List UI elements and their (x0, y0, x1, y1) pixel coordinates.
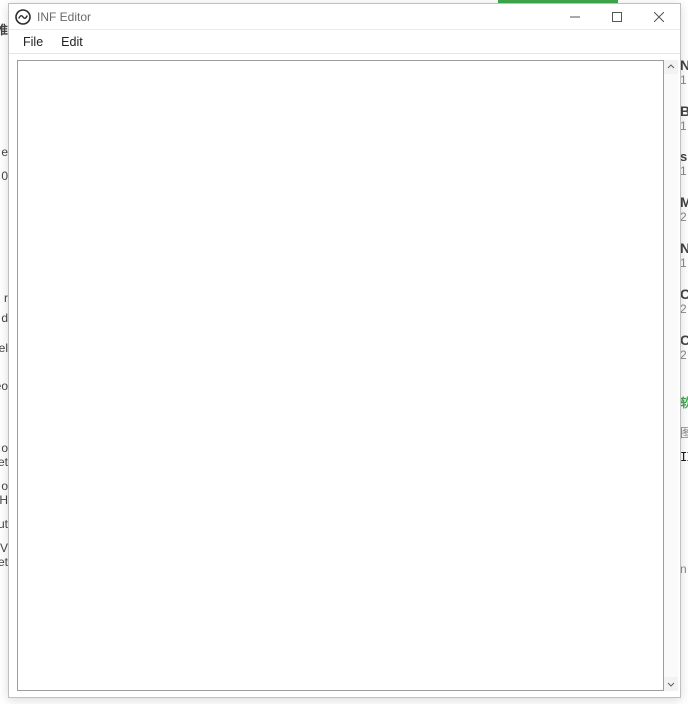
bg-frag: H (0, 494, 8, 506)
bg-frag: M (680, 195, 688, 209)
menubar: File Edit (9, 30, 680, 54)
scroll-down-button[interactable] (664, 677, 678, 691)
bg-frag: 软 (680, 397, 688, 409)
chevron-down-icon (667, 680, 675, 688)
bg-frag: o (1, 442, 8, 454)
bg-frag: B (680, 104, 688, 118)
bg-frag: ut (0, 518, 8, 530)
bg-frag: 1 (680, 257, 687, 269)
window-title: INF Editor (37, 10, 91, 24)
maximize-icon (612, 12, 622, 22)
bg-frag: N (680, 241, 688, 255)
bg-frag: eo (0, 380, 8, 392)
bg-frag: 2 (680, 211, 687, 223)
bg-frag: C (680, 287, 688, 301)
window-controls (554, 4, 680, 29)
bg-left-column: 推 e 0 r d el eo o et o H ut V et (0, 0, 8, 704)
titlebar[interactable]: INF Editor (9, 4, 680, 30)
maximize-button[interactable] (596, 4, 638, 29)
menu-edit[interactable]: Edit (53, 33, 91, 51)
app-icon (15, 9, 31, 25)
bg-right-column: N 1 B 1 s 1 M 2 N 1 C 2 C 2 软 图 III n (680, 0, 688, 704)
bg-frag: s (680, 150, 687, 163)
bg-frag: 1 (680, 165, 687, 177)
chevron-up-icon (667, 63, 675, 71)
minimize-button[interactable] (554, 4, 596, 29)
scroll-up-button[interactable] (664, 60, 678, 74)
titlebar-left: INF Editor (9, 9, 91, 25)
bg-frag: 1 (680, 120, 687, 132)
bg-frag: 2 (680, 303, 687, 315)
bg-frag: e (1, 146, 8, 158)
bg-frag: III (680, 451, 688, 463)
bg-frag: 图 (680, 427, 688, 439)
bg-frag: 1 (680, 74, 687, 86)
bg-frag: 推 (0, 24, 8, 36)
bg-frag: N (680, 58, 688, 72)
bg-frag: o (1, 480, 8, 492)
scroll-track[interactable] (664, 74, 678, 677)
close-button[interactable] (638, 4, 680, 29)
bg-frag: V (0, 542, 8, 554)
bg-frag: 0 (1, 170, 8, 182)
bg-frag: et (0, 456, 8, 468)
bg-frag: d (1, 312, 8, 324)
bg-frag: et (0, 556, 8, 568)
editor-textarea[interactable] (17, 60, 664, 691)
bg-frag: 2 (680, 349, 687, 361)
close-icon (654, 12, 664, 22)
bg-frag: n (680, 563, 687, 575)
minimize-icon (570, 12, 580, 22)
inf-editor-window: INF Editor File Edit (8, 3, 681, 698)
vertical-scrollbar[interactable] (664, 60, 678, 691)
menu-file[interactable]: File (15, 33, 51, 51)
client-area (9, 54, 680, 697)
bg-frag: C (680, 333, 688, 347)
bg-frag: el (0, 342, 8, 354)
